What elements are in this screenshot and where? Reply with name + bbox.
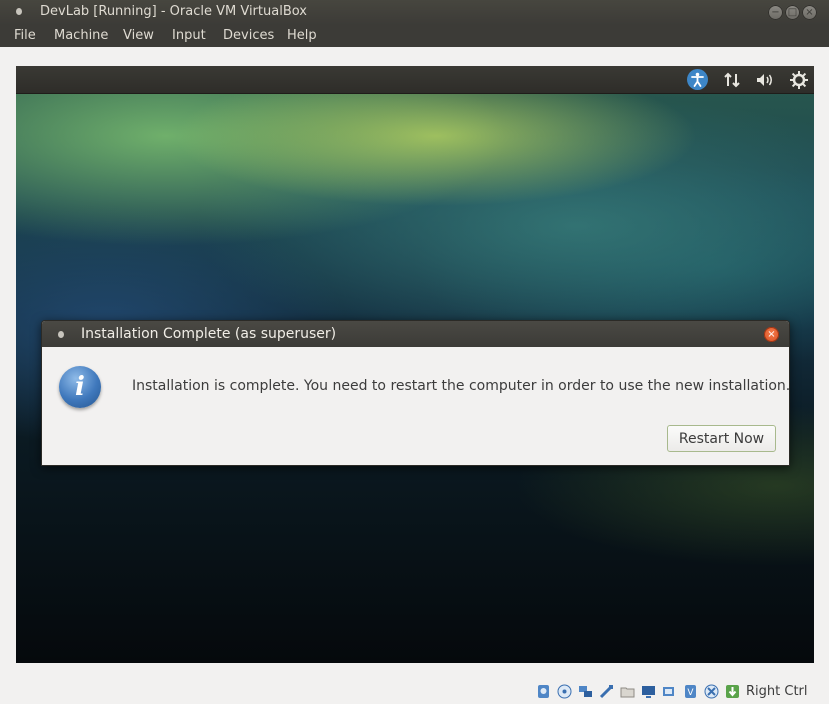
display-icon[interactable] — [641, 684, 656, 699]
menu-machine[interactable]: Machine — [54, 28, 108, 43]
menu-view[interactable]: View — [123, 28, 154, 43]
mouse-integration-icon[interactable] — [704, 684, 719, 699]
app-menu-icon[interactable] — [16, 8, 22, 15]
cpu-icon[interactable]: V — [683, 684, 698, 699]
menu-help[interactable]: Help — [287, 28, 317, 43]
volume-icon[interactable] — [754, 69, 776, 91]
dialog-title: Installation Complete (as superuser) — [81, 326, 337, 342]
video-capture-icon[interactable] — [662, 684, 677, 699]
window-titlebar: DevLab [Running] - Oracle VM VirtualBox … — [0, 0, 829, 25]
dialog-close-button[interactable]: × — [764, 327, 779, 342]
statusbar: V Right Ctrl — [0, 681, 829, 704]
maximize-button[interactable]: □ — [785, 5, 800, 20]
info-icon: i — [59, 366, 101, 408]
dialog-menu-icon[interactable] — [58, 331, 64, 338]
network-icon[interactable] — [721, 69, 743, 91]
system-gear-icon[interactable] — [788, 69, 810, 91]
accessibility-icon[interactable] — [687, 69, 708, 90]
hard-disk-icon[interactable] — [536, 684, 551, 699]
keyboard-capture-icon[interactable] — [725, 684, 740, 699]
optical-drive-icon[interactable] — [557, 684, 572, 699]
guest-top-panel — [16, 66, 814, 94]
menu-devices[interactable]: Devices — [223, 28, 274, 43]
usb-icon[interactable] — [599, 684, 614, 699]
dialog-titlebar: Installation Complete (as superuser) × — [42, 321, 789, 347]
window-title: DevLab [Running] - Oracle VM VirtualBox — [40, 4, 307, 19]
menu-input[interactable]: Input — [172, 28, 206, 43]
host-key-label: Right Ctrl — [746, 684, 808, 699]
svg-text:V: V — [687, 688, 694, 698]
minimize-button[interactable]: − — [768, 5, 783, 20]
installation-complete-dialog: Installation Complete (as superuser) × i… — [41, 320, 790, 466]
restart-now-button[interactable]: Restart Now — [667, 425, 776, 452]
menubar: File Machine View Input Devices Help — [0, 25, 829, 47]
menu-file[interactable]: File — [14, 28, 36, 43]
network-adapter-icon[interactable] — [578, 684, 593, 699]
window-close-button[interactable]: × — [802, 5, 817, 20]
shared-folders-icon[interactable] — [620, 684, 635, 699]
dialog-message: Installation is complete. You need to re… — [132, 378, 791, 394]
